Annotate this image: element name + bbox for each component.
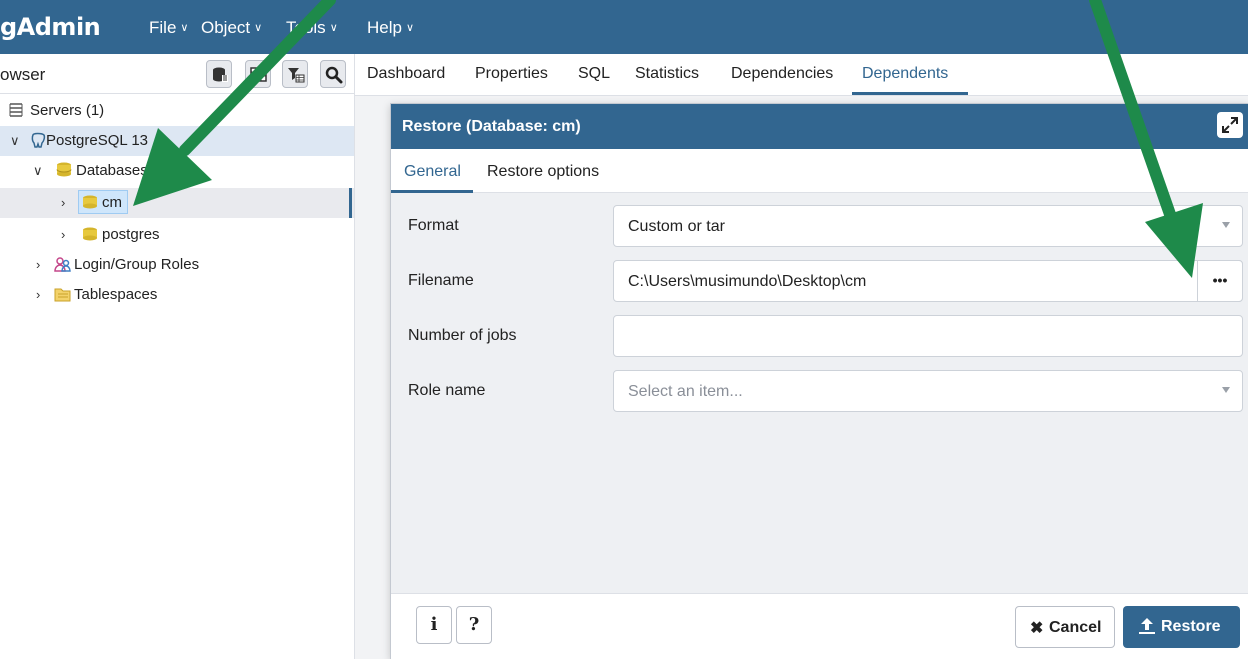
object-tree: Servers (1) ∨ PostgreSQL 13 ∨ Databases …: [0, 94, 354, 659]
menu-tools[interactable]: Tools ∨: [286, 18, 338, 38]
tree-label: Servers (1): [30, 102, 105, 119]
tree-node-login-roles[interactable]: › Login/Group Roles: [0, 250, 354, 280]
table-icon: [250, 67, 267, 82]
dropdown-caret-icon: [1222, 387, 1230, 393]
view-data-button[interactable]: [245, 60, 271, 88]
role-placeholder: Select an item...: [628, 383, 743, 400]
selection-indicator: [349, 188, 352, 218]
chevron-down-icon: ∨: [405, 22, 415, 34]
search-objects-button[interactable]: [320, 60, 346, 88]
databases-icon: [56, 162, 72, 177]
dialog-title: Restore (Database: cm): [402, 118, 581, 135]
tree-node-db-cm[interactable]: › cm: [0, 188, 354, 218]
query-tool-button[interactable]: [206, 60, 232, 88]
tree-label: PostgreSQL 13: [46, 132, 149, 149]
menu-tools-label: Tools: [286, 18, 326, 37]
tab-dependents[interactable]: Dependents: [862, 65, 948, 83]
tab-restore-options[interactable]: Restore options: [487, 163, 599, 181]
tab-dashboard[interactable]: Dashboard: [367, 65, 445, 83]
database-icon: [83, 195, 97, 209]
chevron-right-icon: ›: [61, 227, 66, 242]
cancel-label: Cancel: [1049, 619, 1102, 636]
tree-node-db-postgres[interactable]: › postgres: [0, 220, 354, 250]
filename-label: Filename: [408, 272, 474, 289]
tab-sql[interactable]: SQL: [578, 65, 610, 83]
chevron-right-icon: ›: [61, 195, 66, 210]
expand-icon: [1222, 117, 1238, 133]
chevron-down-icon: ∨: [33, 163, 43, 178]
servers-icon: [9, 103, 23, 117]
menu-object-label: Object: [201, 18, 251, 37]
dropdown-caret-icon: [1222, 222, 1230, 228]
browser-title: owser: [0, 65, 46, 84]
tree-node-databases[interactable]: ∨ Databases: [0, 156, 354, 186]
search-icon: [325, 66, 343, 84]
filename-input[interactable]: C:\Users\musimundo\Desktop\cm •••: [613, 260, 1243, 302]
chevron-right-icon: ›: [36, 287, 41, 302]
tab-properties[interactable]: Properties: [475, 65, 548, 83]
filter-rows-button[interactable]: [282, 60, 308, 88]
role-select[interactable]: Select an item...: [613, 370, 1243, 412]
users-icon: [54, 257, 71, 272]
restore-label: Restore: [1161, 618, 1221, 635]
top-menubar: gAdmin File ∨ Object ∨ Tools ∨ Help ∨: [0, 0, 1248, 54]
menu-help[interactable]: Help ∨: [367, 18, 414, 38]
close-icon: ✖: [1030, 620, 1044, 637]
format-select[interactable]: Custom or tar: [613, 205, 1243, 247]
tree-label: Databases: [76, 162, 148, 179]
chevron-down-icon: ∨: [254, 22, 263, 34]
restore-dialog: Restore (Database: cm) General Restore o…: [390, 103, 1248, 659]
tree-label: Tablespaces: [74, 286, 158, 303]
tree-label: cm: [102, 194, 122, 211]
tree-node-server[interactable]: ∨ PostgreSQL 13: [0, 126, 354, 156]
chevron-down-icon: ∨: [10, 133, 20, 148]
menu-object[interactable]: Object ∨: [201, 18, 262, 38]
menu-file[interactable]: File ∨: [149, 18, 188, 38]
active-tab-indicator: [852, 92, 968, 95]
menu-help-label: Help: [367, 18, 402, 37]
tree-label: Login/Group Roles: [74, 256, 200, 273]
browser-panel-header: owser: [0, 54, 354, 94]
chevron-down-icon: ∨: [180, 22, 189, 34]
tab-general[interactable]: General: [404, 163, 461, 181]
main-tabs: Dashboard Properties SQL Statistics Depe…: [355, 54, 1248, 96]
browse-file-button[interactable]: •••: [1197, 260, 1243, 302]
folder-icon: [54, 288, 71, 302]
menu-file-label: File: [149, 18, 177, 37]
chevron-down-icon: ∨: [329, 22, 338, 34]
jobs-label: Number of jobs: [408, 327, 517, 344]
database-icon: [83, 227, 97, 241]
dialog-footer: i ? ✖ Cancel Restore: [391, 593, 1248, 659]
role-label: Role name: [408, 382, 486, 399]
filter-table-icon: [288, 68, 305, 83]
dialog-form: Format Custom or tar Filename C:\Users\m…: [391, 193, 1248, 593]
format-value: Custom or tar: [628, 218, 725, 235]
tree-node-tablespaces[interactable]: › Tablespaces: [0, 280, 354, 310]
dialog-tabs: General Restore options: [391, 149, 1248, 193]
tab-dependencies[interactable]: Dependencies: [731, 65, 833, 83]
filename-value: C:\Users\musimundo\Desktop\cm: [628, 273, 867, 290]
database-icon: [213, 67, 228, 82]
tab-statistics[interactable]: Statistics: [635, 65, 699, 83]
tree-label: postgres: [102, 226, 160, 243]
format-label: Format: [408, 217, 459, 234]
cancel-button[interactable]: ✖ Cancel: [1015, 606, 1115, 648]
chevron-right-icon: ›: [36, 257, 41, 272]
help-button[interactable]: ?: [456, 606, 492, 644]
upload-icon: [1139, 618, 1155, 634]
jobs-input[interactable]: [613, 315, 1243, 357]
tree-node-servers[interactable]: Servers (1): [0, 96, 354, 126]
info-button[interactable]: i: [416, 606, 452, 644]
restore-button[interactable]: Restore: [1123, 606, 1240, 648]
app-logo: gAdmin: [0, 13, 101, 41]
dialog-titlebar[interactable]: Restore (Database: cm): [391, 104, 1248, 149]
maximize-button[interactable]: [1217, 112, 1243, 138]
